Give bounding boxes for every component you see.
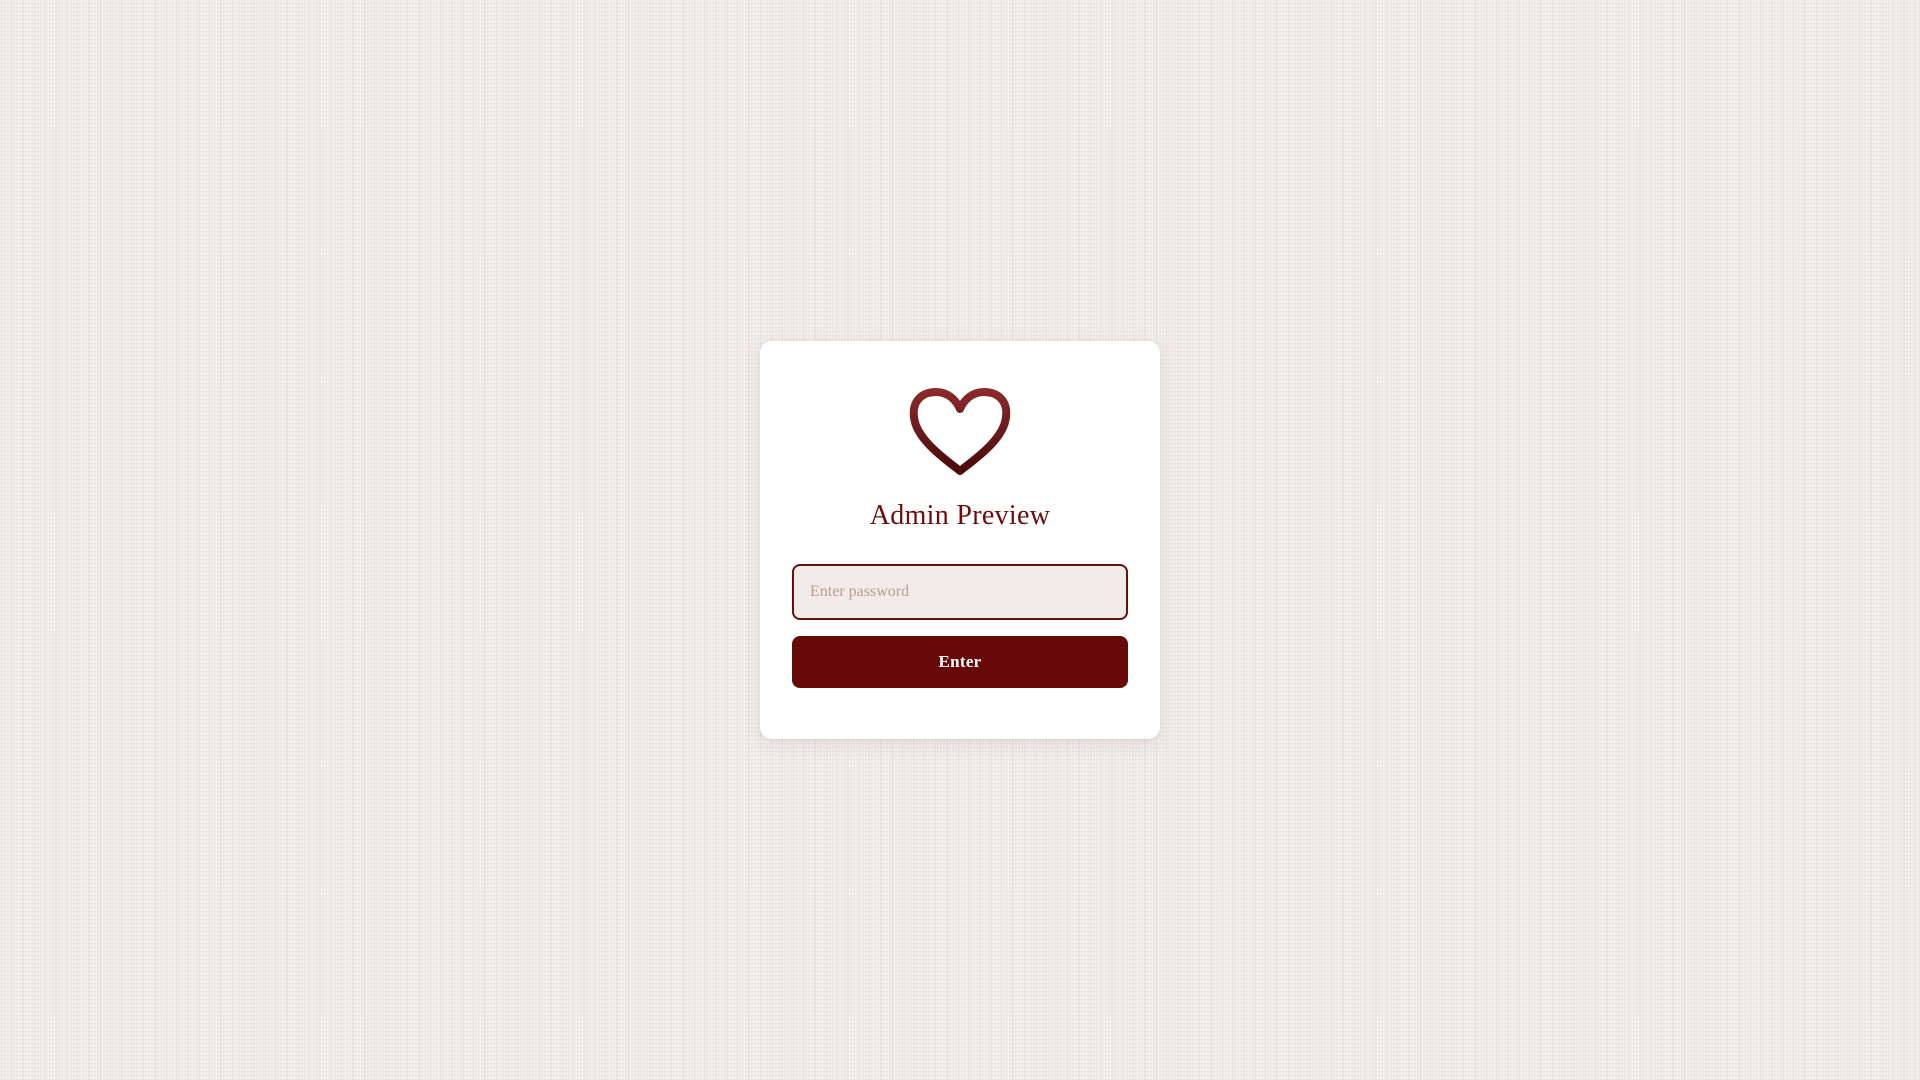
page-title: Admin Preview bbox=[869, 500, 1051, 531]
password-input[interactable] bbox=[792, 564, 1128, 620]
enter-button[interactable]: Enter bbox=[792, 636, 1128, 688]
heart-icon bbox=[909, 388, 1011, 475]
login-card: Admin Preview Enter bbox=[760, 341, 1160, 739]
